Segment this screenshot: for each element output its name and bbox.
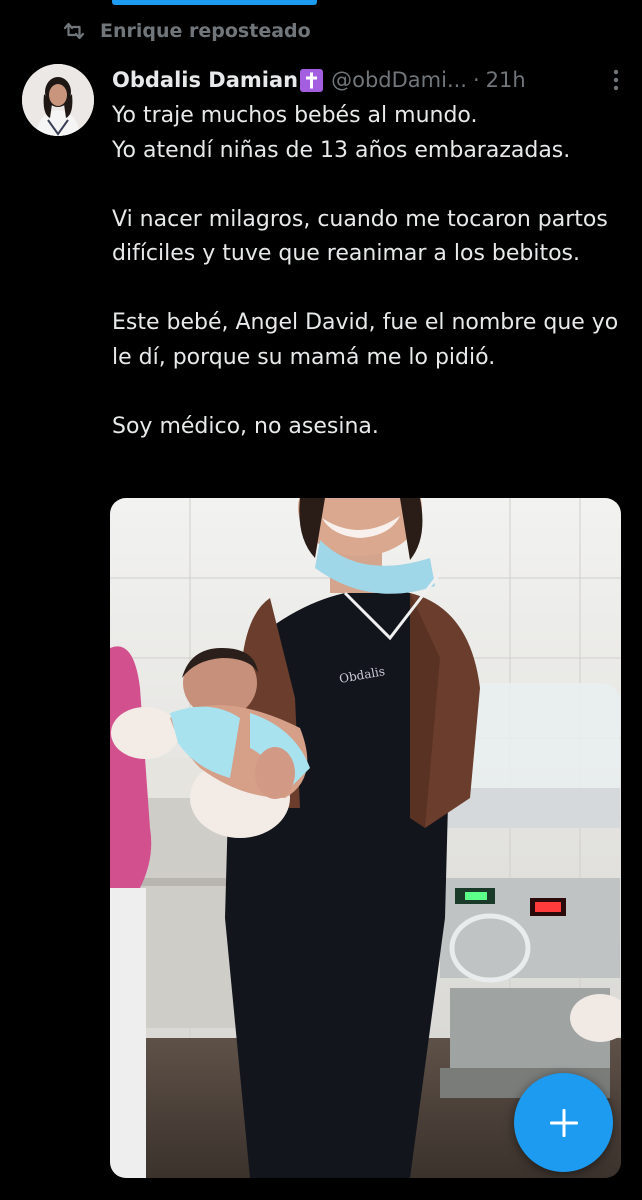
- tweet-line: Este bebé, Angel David, fue el nombre qu…: [112, 310, 619, 370]
- tweet-line: Yo traje muchos bebés al mundo.: [112, 103, 478, 128]
- compose-button[interactable]: [514, 1073, 613, 1172]
- tweet-line: Yo atendí niñas de 13 años embarazadas.: [112, 137, 571, 163]
- tweet-time[interactable]: 21h: [486, 68, 526, 92]
- tweet-line: Vi nacer milagros, cuando me tocaron par…: [112, 206, 608, 267]
- tab-indicator: [112, 0, 317, 5]
- author-name[interactable]: Obdalis Damian: [112, 68, 298, 92]
- tweet-line: Soy médico, no asesina.: [112, 413, 379, 439]
- avatar[interactable]: [22, 64, 94, 136]
- plus-icon: [549, 1108, 578, 1137]
- repost-header[interactable]: Enrique reposteado: [62, 16, 311, 46]
- repost-label: Enrique reposteado: [100, 20, 311, 42]
- author-handle[interactable]: @obdDami...: [331, 68, 467, 92]
- avatar-image: [22, 64, 94, 136]
- tweet-header: Obdalis Damian @obdDami... · 21h: [112, 60, 627, 100]
- time-separator: ·: [472, 68, 480, 92]
- latin-cross-icon: [300, 68, 324, 92]
- tweet-body: Yo traje muchos bebés al mundo. Yo atend…: [112, 99, 627, 444]
- retweet-icon: [63, 22, 85, 40]
- more-options-icon[interactable]: [613, 68, 619, 92]
